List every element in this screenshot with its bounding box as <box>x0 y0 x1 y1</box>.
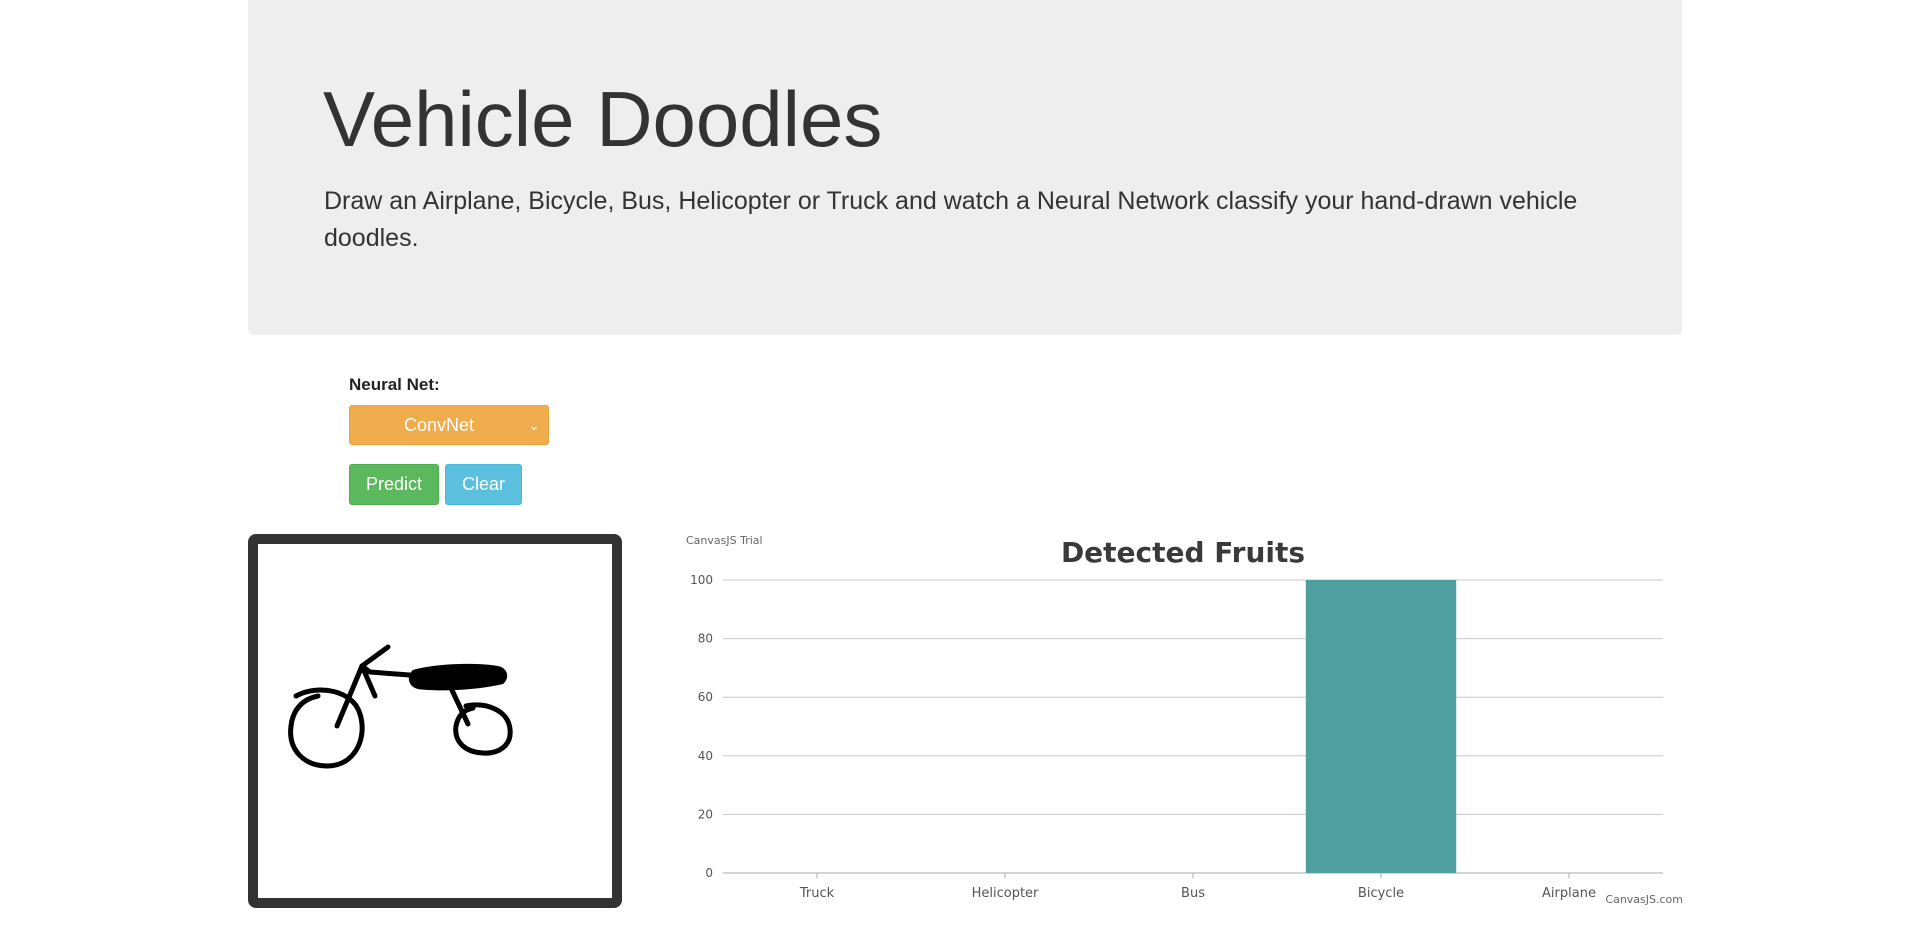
x-tick-label: Bus <box>1181 886 1205 901</box>
clear-button[interactable]: Clear <box>445 464 523 505</box>
x-tick-label: Truck <box>799 886 835 901</box>
y-tick-label: 60 <box>698 690 713 704</box>
x-tick-label: Airplane <box>1542 886 1596 901</box>
neural-net-label: Neural Net: <box>349 375 440 394</box>
y-tick-label: 20 <box>698 807 713 821</box>
x-tick-label: Helicopter <box>972 886 1039 901</box>
y-tick-label: 40 <box>698 749 713 763</box>
chart-plot: 0 20 40 60 80 100 Truck Helicopter Bus Bicycle Air… <box>690 573 1663 901</box>
button-row: Predict Clear <box>349 464 549 505</box>
neural-net-select[interactable]: ConvNet ⌄ <box>349 405 549 445</box>
page-description: Draw an Airplane, Bicycle, Bus, Helicopt… <box>324 187 1578 252</box>
y-tick-label: 0 <box>705 866 713 880</box>
bar-bicycle <box>1305 580 1457 873</box>
prediction-chart: CanvasJS Trial Detected Fruits 0 20 40 60 80… <box>683 528 1683 918</box>
neural-net-selected-value: ConvNet <box>403 415 475 435</box>
bicycle-doodle <box>288 644 513 769</box>
y-tick-label: 80 <box>698 632 713 646</box>
chevron-down-icon: ⌄ <box>528 417 540 433</box>
chart-credit-label: CanvasJS.com <box>1605 893 1683 906</box>
predict-button[interactable]: Predict <box>349 464 440 505</box>
drawing-canvas[interactable] <box>248 534 622 908</box>
header-jumbotron: Vehicle Doodles Draw an Airplane, Bicycl… <box>248 0 1682 335</box>
page-title: Vehicle Doodles <box>323 75 883 163</box>
x-tick-label: Bicycle <box>1358 886 1404 901</box>
y-tick-label: 100 <box>690 573 713 587</box>
controls-panel: Neural Net: ConvNet ⌄ Predict Clear <box>349 375 549 505</box>
